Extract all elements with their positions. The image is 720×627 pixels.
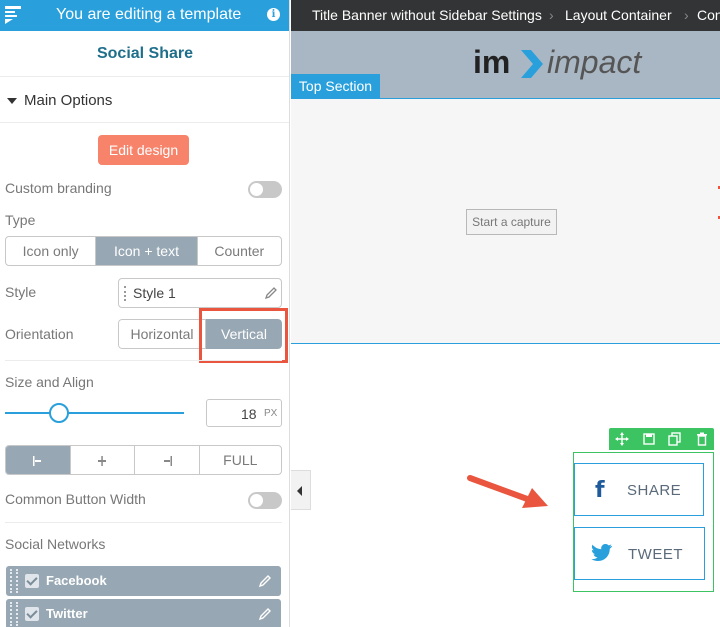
topbar-title: You are editing a template (56, 6, 242, 23)
panel-topbar: You are editing a template i (0, 0, 289, 31)
pencil-icon[interactable] (258, 607, 272, 621)
tweet-label: TWEET (628, 546, 683, 563)
style-label: Style (5, 284, 37, 300)
divider (5, 522, 282, 523)
main-options-label: Main Options (24, 92, 113, 109)
grip-icon (124, 286, 126, 301)
orientation-label: Orientation (5, 326, 74, 342)
twitter-icon (591, 544, 613, 562)
toggle-knob (250, 183, 263, 196)
logo-chevron-icon (521, 50, 543, 78)
edit-design-button[interactable]: Edit design (98, 135, 189, 165)
highlight-annotation (199, 308, 288, 363)
drag-handle-icon[interactable] (10, 569, 18, 593)
custom-branding-label: Custom branding (5, 180, 112, 196)
size-slider-track[interactable] (5, 412, 184, 414)
logo-im-text: im (473, 44, 511, 80)
app-logo-icon[interactable] (4, 5, 22, 25)
logo-impact-text: impact (547, 44, 642, 80)
move-icon[interactable] (615, 432, 629, 446)
caret-down-icon (7, 98, 17, 104)
chevron-right-icon: › (549, 7, 554, 23)
type-option-counter[interactable]: Counter (198, 237, 281, 265)
checkbox-checked-icon[interactable] (25, 607, 39, 621)
share-label: SHARE (627, 482, 682, 499)
type-label: Type (5, 212, 36, 228)
size-slider-handle[interactable] (48, 403, 69, 423)
twitter-tweet-button[interactable]: TWEET (574, 527, 705, 580)
align-right-icon (163, 456, 172, 467)
align-center-option[interactable] (71, 446, 136, 474)
custom-branding-toggle[interactable] (248, 181, 282, 198)
drag-handle-icon[interactable] (10, 602, 18, 626)
align-center-icon (98, 456, 107, 467)
pencil-icon[interactable] (264, 286, 278, 300)
breadcrumb-item[interactable]: Con (697, 7, 720, 23)
breadcrumb-item[interactable]: Layout Container (565, 7, 672, 23)
breadcrumb-item[interactable]: Title Banner without Sidebar Settings (312, 7, 542, 23)
panel-title: Social Share (0, 31, 289, 77)
type-selector: Icon only Icon + text Counter (5, 236, 282, 266)
save-icon[interactable] (642, 432, 656, 446)
style-select[interactable]: Style 1 (118, 278, 282, 308)
info-icon[interactable]: i (267, 8, 280, 21)
type-option-icon-text[interactable]: Icon + text (96, 237, 198, 265)
social-networks-label: Social Networks (5, 536, 106, 552)
trash-icon[interactable] (695, 432, 709, 446)
breadcrumb: Title Banner without Sidebar Settings › … (291, 0, 720, 31)
network-item-twitter[interactable]: Twitter (6, 599, 281, 627)
network-item-facebook[interactable]: Facebook (6, 566, 281, 596)
toggle-knob (250, 494, 263, 507)
common-width-label: Common Button Width (5, 491, 146, 507)
collapse-panel-button[interactable] (291, 470, 311, 510)
pencil-icon[interactable] (258, 574, 272, 588)
top-section[interactable]: Start a capture (291, 98, 720, 344)
size-value: 18 (241, 406, 257, 422)
chevron-right-icon: › (684, 7, 689, 23)
start-capture-button[interactable]: Start a capture (466, 209, 557, 235)
align-selector: FULL (5, 445, 282, 475)
size-unit: PX (264, 408, 278, 419)
main-options-header[interactable]: Main Options (0, 78, 289, 123)
style-value: Style 1 (133, 285, 176, 301)
align-right-option[interactable] (135, 446, 200, 474)
network-name: Facebook (46, 573, 107, 588)
duplicate-icon[interactable] (668, 432, 682, 446)
red-arrow-annotation (467, 475, 548, 508)
divider (5, 360, 282, 361)
facebook-icon: f (595, 478, 605, 503)
top-section-tab[interactable]: Top Section (291, 74, 380, 98)
widget-toolbar (609, 428, 714, 450)
facebook-share-button[interactable]: f SHARE (574, 463, 704, 516)
orientation-option-horizontal[interactable]: Horizontal (118, 319, 206, 349)
align-full-option[interactable]: FULL (200, 446, 281, 474)
page-preview: Title Banner without Sidebar Settings › … (291, 0, 720, 627)
common-width-toggle[interactable] (248, 492, 282, 509)
size-align-label: Size and Align (5, 374, 94, 390)
checkbox-checked-icon[interactable] (25, 574, 39, 588)
network-name: Twitter (46, 606, 88, 621)
type-option-icon-only[interactable]: Icon only (6, 237, 97, 265)
align-left-option[interactable] (6, 446, 71, 474)
align-left-icon (32, 456, 41, 467)
size-input[interactable]: 18 PX (206, 399, 282, 427)
settings-panel: You are editing a template i Social Shar… (0, 0, 290, 627)
